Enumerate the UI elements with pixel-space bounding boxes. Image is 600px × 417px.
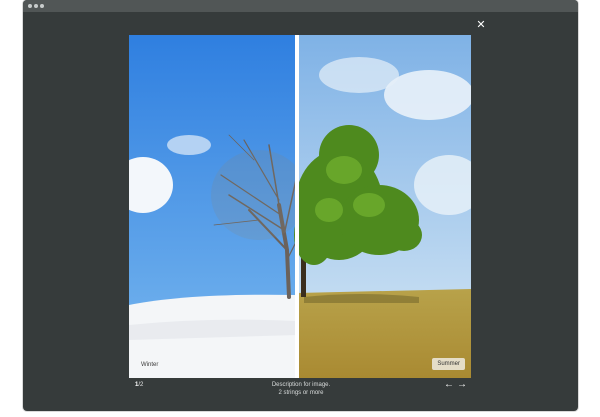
- image-caption: Description for image. 2 strings or more: [226, 381, 376, 397]
- before-after-viewer[interactable]: Winter Summer: [129, 35, 471, 378]
- window-control-close[interactable]: [28, 4, 32, 8]
- caption-line-1: Description for image.: [271, 382, 331, 388]
- summer-label: Summer: [432, 358, 465, 370]
- lightbox-window: ✕ Winter Summer 1/2 Description for imag…: [23, 0, 578, 411]
- title-bar: [23, 0, 578, 12]
- comparison-slider-handle[interactable]: [295, 35, 299, 378]
- caption-line-2: 2 strings or more: [278, 390, 324, 396]
- comparison-image: [129, 35, 471, 378]
- arrow-right-icon[interactable]: →: [456, 379, 468, 391]
- counter-total: /2: [138, 382, 144, 388]
- winter-label: Winter: [141, 362, 159, 368]
- window-control-minimize[interactable]: [34, 4, 38, 8]
- arrow-left-icon[interactable]: ←: [443, 379, 455, 391]
- image-counter: 1/2: [135, 382, 143, 388]
- close-icon[interactable]: ✕: [475, 19, 487, 31]
- window-control-maximize[interactable]: [40, 4, 44, 8]
